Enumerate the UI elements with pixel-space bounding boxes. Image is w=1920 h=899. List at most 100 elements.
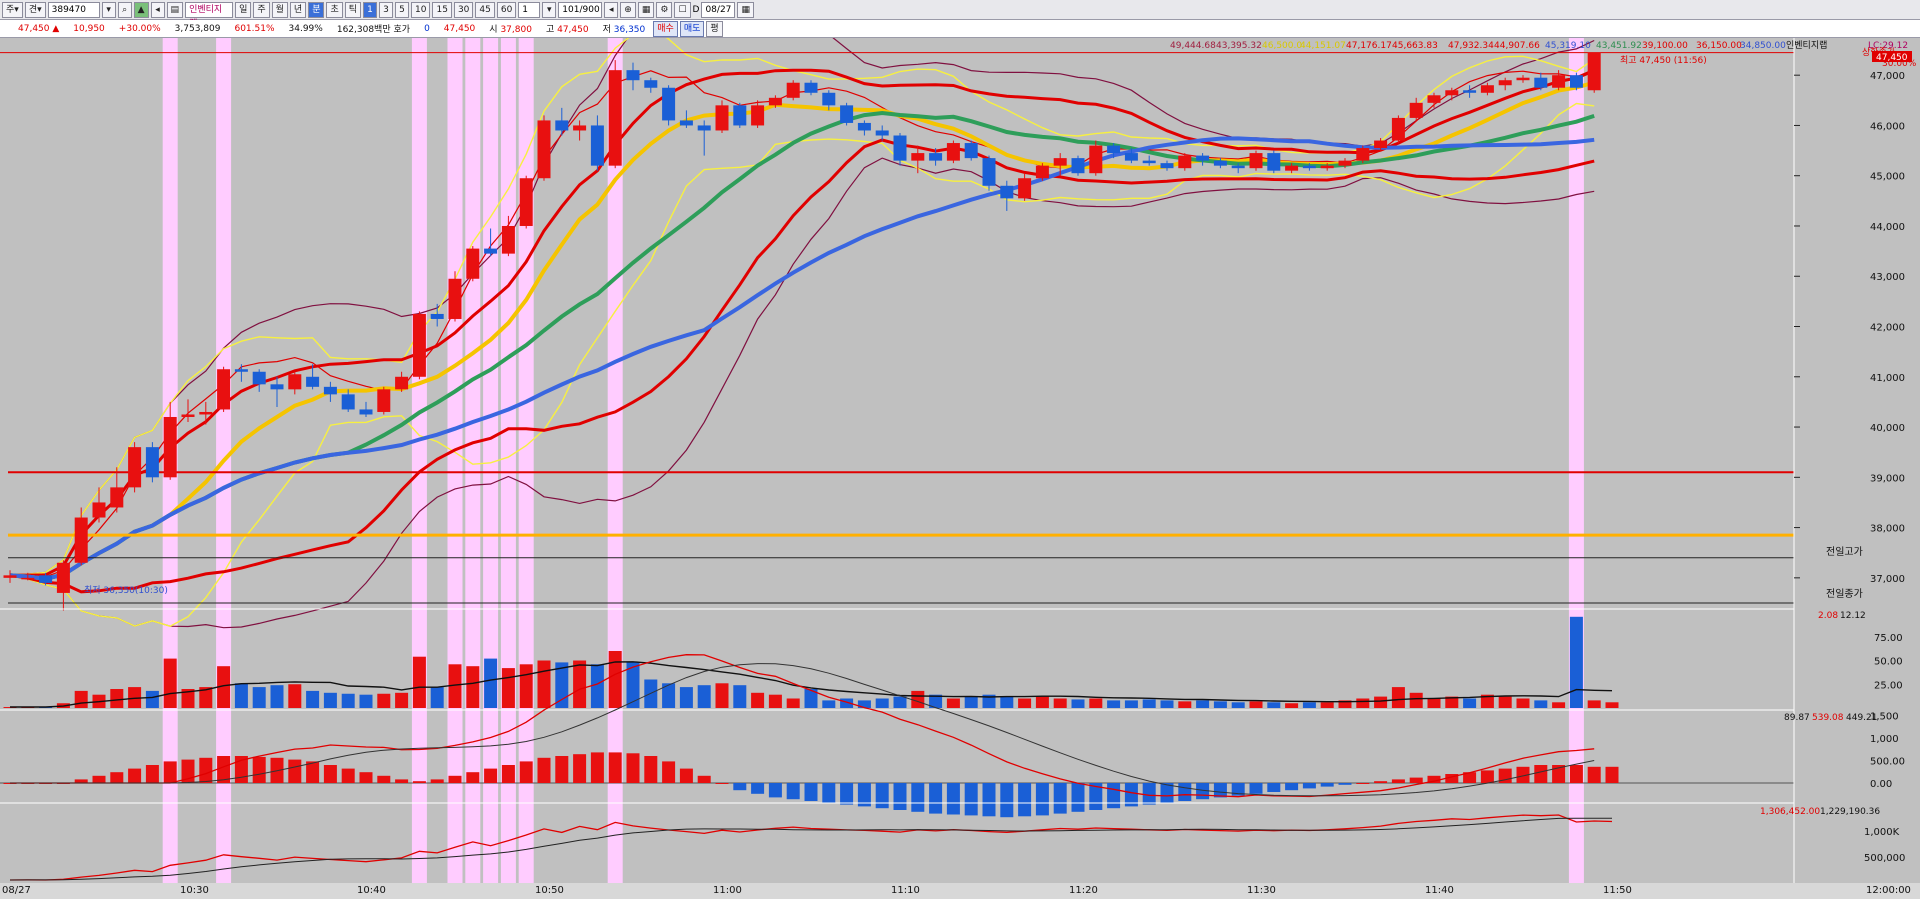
macd-bar-38 <box>679 768 693 783</box>
amount-value: 162,308백만 호가 <box>336 25 411 35</box>
interval-10-button[interactable]: 10 <box>411 1 431 18</box>
x-label-1040: 10:40 <box>357 885 386 896</box>
x-label-1140: 11:40 <box>1425 885 1454 896</box>
candle-body-71 <box>1267 153 1281 171</box>
period-minute-button[interactable]: 분 <box>308 1 325 18</box>
candle-body-86 <box>1534 77 1548 88</box>
period-month-button[interactable]: 월 <box>271 1 288 18</box>
volume-bar-38 <box>679 687 693 708</box>
volume-ratio: 601.51% <box>234 23 275 34</box>
volume-bar-41 <box>733 685 747 708</box>
macd-bar-51 <box>911 783 925 812</box>
volume-bar-77 <box>1374 696 1388 708</box>
candle-body-18 <box>323 386 337 395</box>
volume-bar-29 <box>519 664 533 708</box>
candle-body-75 <box>1338 160 1352 166</box>
header-value-3: 46,500.0 <box>1262 41 1302 51</box>
buy-button[interactable]: 매수 <box>653 20 678 37</box>
candle-body-47 <box>840 105 854 123</box>
macd-bar-22 <box>395 779 409 783</box>
interval-5-button[interactable]: 5 <box>395 1 410 18</box>
code-dropdown-button[interactable]: ▾ <box>101 1 116 18</box>
chart-type-icon[interactable]: ▤ <box>166 1 184 18</box>
list-icon[interactable]: ▦ <box>637 1 655 18</box>
volume-bar-13 <box>234 683 248 708</box>
macd-bar-73 <box>1302 783 1316 789</box>
interval-dropdown-button[interactable]: ▾ <box>542 1 557 18</box>
volume-bar-57 <box>1018 698 1032 708</box>
volume-bar-74 <box>1320 702 1334 708</box>
zoom-icon[interactable]: ⊕ <box>620 1 636 18</box>
candle-body-55 <box>982 158 996 186</box>
candle-body-25 <box>448 278 462 319</box>
calendar-icon[interactable]: ▦ <box>737 1 754 18</box>
date-checkbox[interactable]: ☐ <box>674 1 691 18</box>
interval-60-button[interactable]: 60 <box>496 1 517 18</box>
sound-icon[interactable]: ◂ <box>150 1 165 18</box>
price-tick-label-0: 47,000 <box>1870 71 1905 82</box>
macd-bar-25 <box>448 775 462 783</box>
candle-body-43 <box>768 97 782 106</box>
prev-high-label: 전일고가 <box>1826 546 1863 558</box>
header-value-10: 43,451.92 <box>1596 41 1642 51</box>
period-second-button[interactable]: 초 <box>326 1 343 18</box>
flag-icon[interactable]: ▲ <box>133 1 149 18</box>
volume-bar-16 <box>288 684 302 708</box>
macd-bar-39 <box>697 775 711 783</box>
volume-bar-65 <box>1160 700 1174 708</box>
period-week-button[interactable]: 주 <box>253 1 270 18</box>
macd-bar-45 <box>804 783 818 801</box>
volume-bar-14 <box>252 687 266 708</box>
candle-body-32 <box>573 125 587 131</box>
candle-body-42 <box>751 105 765 126</box>
volume-bar-39 <box>697 685 711 708</box>
candle-body-1 <box>21 577 35 580</box>
interval-45-button[interactable]: 45 <box>475 1 495 18</box>
macd-bar-20 <box>359 772 373 783</box>
scroll-left-icon[interactable]: ◂ <box>604 1 619 18</box>
volume-bar-20 <box>359 694 373 708</box>
gear-icon[interactable]: ⚙ <box>656 1 673 18</box>
search-icon[interactable]: ⌕ <box>117 1 132 18</box>
sell-button[interactable]: 매도 <box>679 20 705 37</box>
mode-select[interactable]: 견 ▾ <box>24 1 46 18</box>
candle-body-0 <box>3 575 17 578</box>
period-select[interactable]: 주 ▾ <box>2 1 23 18</box>
volume-bar-63 <box>1124 700 1138 708</box>
volume-bar-90 <box>1605 702 1619 708</box>
macd-bar-75 <box>1338 783 1352 785</box>
volume-bar-70 <box>1249 701 1263 708</box>
candle-body-21 <box>377 389 391 412</box>
volume-bar-18 <box>323 692 337 708</box>
candle-body-39 <box>697 125 711 131</box>
candle-body-54 <box>964 143 978 159</box>
macd-bar-64 <box>1142 783 1156 805</box>
volume-bar-27 <box>484 658 498 708</box>
interval-30-button[interactable]: 30 <box>453 1 474 18</box>
volume-bar-86 <box>1534 700 1548 708</box>
macd-tick-label-1: 1,000 <box>1870 734 1899 745</box>
macd-header-2: 539.08 <box>1812 713 1844 723</box>
candle-body-26 <box>466 248 480 279</box>
ask-bid-value: 0 <box>424 23 430 34</box>
interval-1-button[interactable]: 1 <box>363 1 378 18</box>
macd-bar-78 <box>1391 779 1405 783</box>
period-day-button[interactable]: 일 <box>235 1 252 18</box>
header-value-6: 45,663.83 <box>1392 41 1438 51</box>
stock-chart[interactable]: 47,000 46,000 45,000 44,000 43,000 42,000 41,0… <box>0 38 1920 899</box>
volume-bar-17 <box>306 690 320 708</box>
stock-code-input[interactable]: 389470 <box>47 1 100 18</box>
volume-bar-8 <box>145 690 159 708</box>
interval-input[interactable]: 1 <box>518 1 541 18</box>
price-tick-label-2: 45,000 <box>1870 172 1905 183</box>
candle-body-74 <box>1320 165 1334 169</box>
candle-body-6 <box>110 487 124 508</box>
period-year-button[interactable]: 년 <box>289 1 307 18</box>
candle-body-45 <box>804 82 818 93</box>
interval-3-button[interactable]: 3 <box>379 1 394 18</box>
macd-bar-30 <box>537 757 551 783</box>
period-tick-button[interactable]: 틱 <box>344 1 362 18</box>
eval-button[interactable]: 평 <box>706 20 723 37</box>
interval-15-button[interactable]: 15 <box>432 1 452 18</box>
date-input[interactable]: 08/27 <box>701 1 736 18</box>
